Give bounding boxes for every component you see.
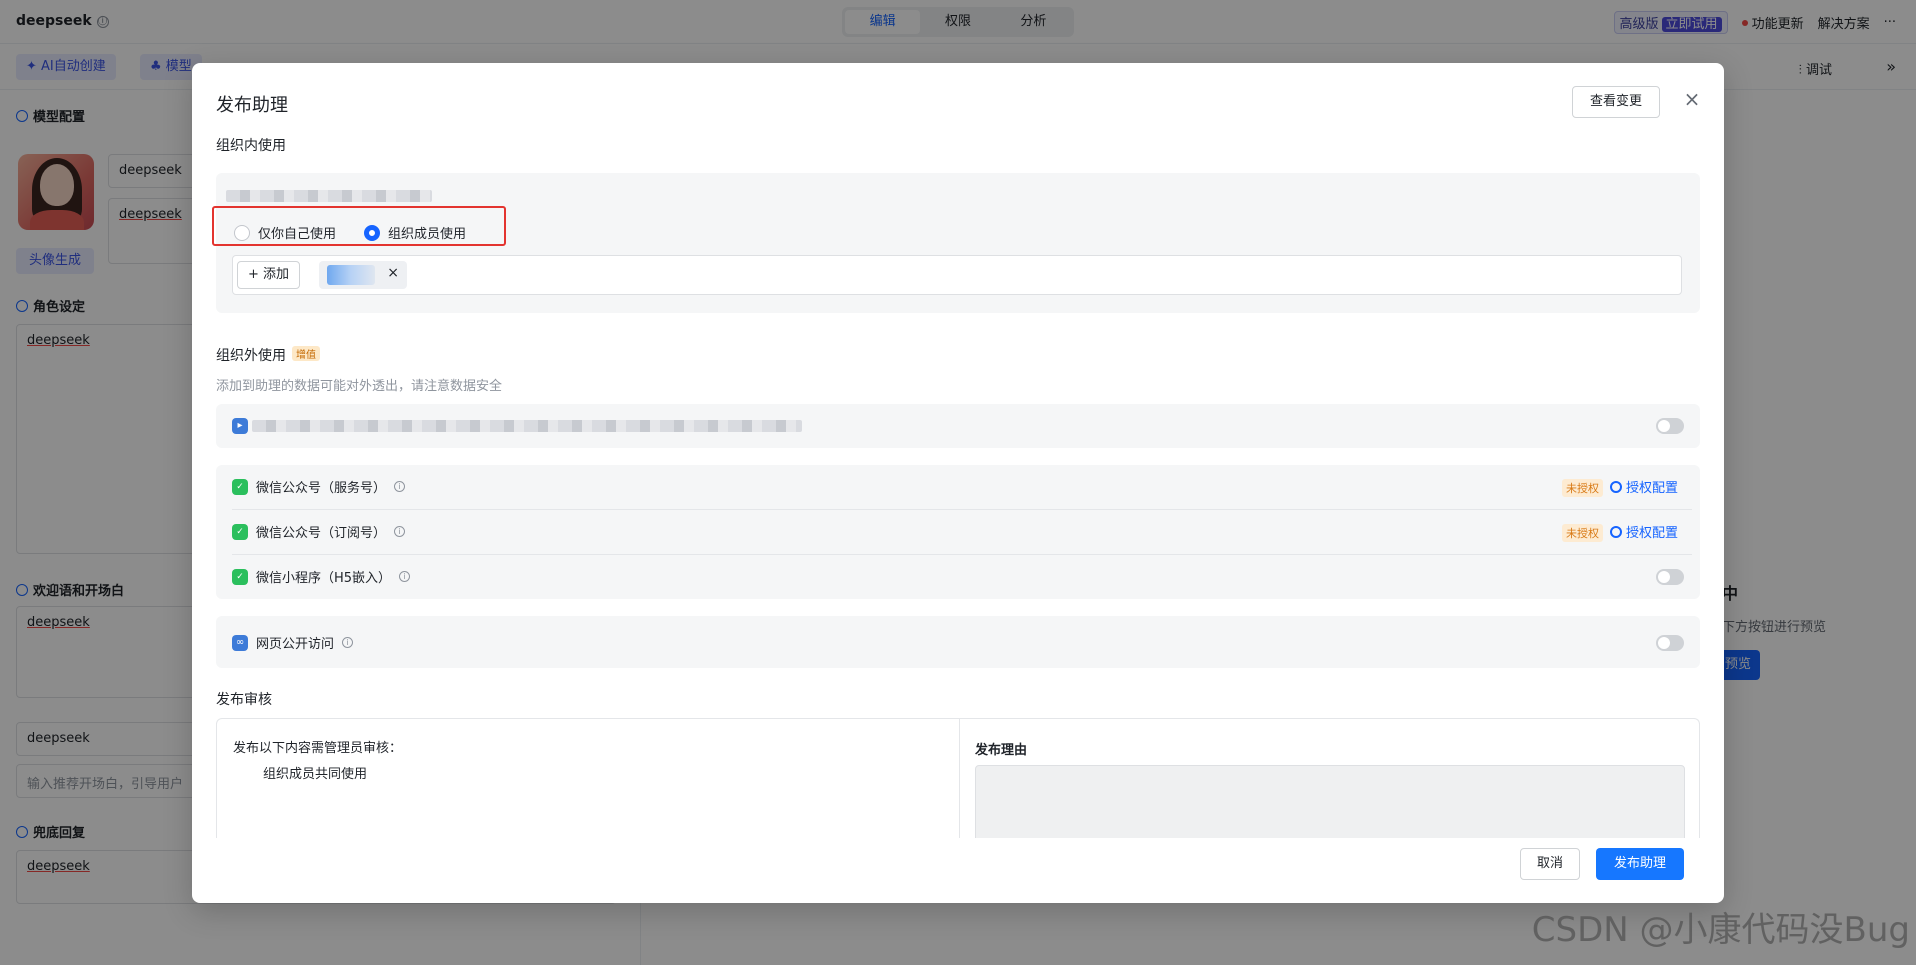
link-toggle[interactable] (1656, 418, 1684, 434)
view-changes-button[interactable]: 查看变更 (1572, 86, 1660, 118)
mini-program-toggle[interactable] (1656, 569, 1684, 585)
blurred-link (252, 420, 802, 432)
value-added-badge: 增值 (292, 346, 320, 361)
review-divider (959, 719, 960, 838)
link-icon: ▸ (232, 418, 248, 434)
auth-config-label: 授权配置 (1626, 481, 1679, 496)
info-icon[interactable]: i (394, 481, 406, 492)
close-icon[interactable]: × (1678, 85, 1706, 113)
web-access-card (216, 616, 1700, 668)
review-card: 发布以下内容需管理员审核： 组织成员共同使用 发布理由 (216, 718, 1700, 838)
publish-dialog: 发布助理 查看变更 × 组织内使用 仅你自己使用 组织成员使用 + 添加 × 组… (192, 63, 1724, 903)
review-description: 发布以下内容需管理员审核： (233, 741, 403, 756)
link-icon: ∞ (232, 634, 248, 651)
data-safety-note: 添加到助理的数据可能对外透出，请注意数据安全 (216, 379, 503, 394)
blurred-org-name (226, 190, 432, 202)
dialog-title: 发布助理 (216, 95, 288, 116)
channel-mini-program: ✓ 微信小程序（H5嵌入） i (232, 567, 411, 586)
gear-icon (1610, 525, 1622, 538)
channel-service-account: ✓ 微信公众号（服务号） i (232, 477, 406, 496)
unauthorized-badge: 未授权 (1562, 479, 1603, 497)
add-member-button[interactable]: + 添加 (237, 261, 301, 289)
csdn-watermark: CSDN @小康代码没Bug (1531, 910, 1910, 950)
cancel-button[interactable]: 取消 (1520, 848, 1580, 880)
radio-members-label: 组织成员使用 (388, 227, 467, 242)
radio-members-dot[interactable] (364, 224, 380, 241)
member-select-box[interactable]: + 添加 × (232, 255, 1682, 295)
in-org-heading: 组织内使用 (216, 138, 286, 154)
radio-self-dot[interactable] (234, 224, 250, 241)
divider (232, 554, 1692, 555)
divider (232, 509, 1692, 510)
auth-config-label: 授权配置 (1626, 526, 1679, 541)
review-item: 组织成员共同使用 (263, 767, 368, 782)
publish-button[interactable]: 发布助理 (1596, 848, 1684, 880)
radio-self-only[interactable]: 仅你自己使用 (234, 223, 336, 242)
wechat-icon: ✓ (232, 568, 248, 585)
auth-config-link[interactable]: 授权配置 (1610, 522, 1678, 541)
unauthorized-badge: 未授权 (1562, 524, 1603, 542)
channel-label: 微信公众号（订阅号） (256, 526, 387, 541)
info-icon[interactable]: i (342, 637, 354, 648)
remove-member-icon[interactable]: × (387, 265, 399, 281)
auth-config-link[interactable]: 授权配置 (1610, 477, 1678, 496)
radio-self-label: 仅你自己使用 (258, 227, 337, 242)
web-access-label: 网页公开访问 (256, 637, 335, 652)
blurred-member (327, 265, 375, 285)
info-icon[interactable]: i (399, 571, 411, 582)
gear-icon (1610, 480, 1622, 493)
reason-textarea[interactable] (975, 765, 1685, 838)
wechat-icon: ✓ (232, 478, 248, 495)
channel-label: 微信公众号（服务号） (256, 481, 387, 496)
wechat-channels-card (216, 465, 1700, 599)
info-icon[interactable]: i (394, 526, 406, 537)
channel-label: 微信小程序（H5嵌入） (256, 571, 392, 586)
web-public-access: ∞ 网页公开访问 i (232, 633, 354, 652)
member-tag: × (319, 261, 407, 289)
wechat-icon: ✓ (232, 523, 248, 540)
review-heading: 发布审核 (216, 692, 272, 708)
channel-subscription-account: ✓ 微信公众号（订阅号） i (232, 522, 406, 541)
out-org-title: 组织外使用 (216, 348, 286, 364)
reason-label: 发布理由 (975, 743, 1028, 758)
radio-org-members[interactable]: 组织成员使用 (364, 223, 466, 242)
web-access-toggle[interactable] (1656, 635, 1684, 651)
out-org-heading: 组织外使用 增值 (216, 345, 320, 365)
link-card: ▸ (216, 404, 1700, 448)
